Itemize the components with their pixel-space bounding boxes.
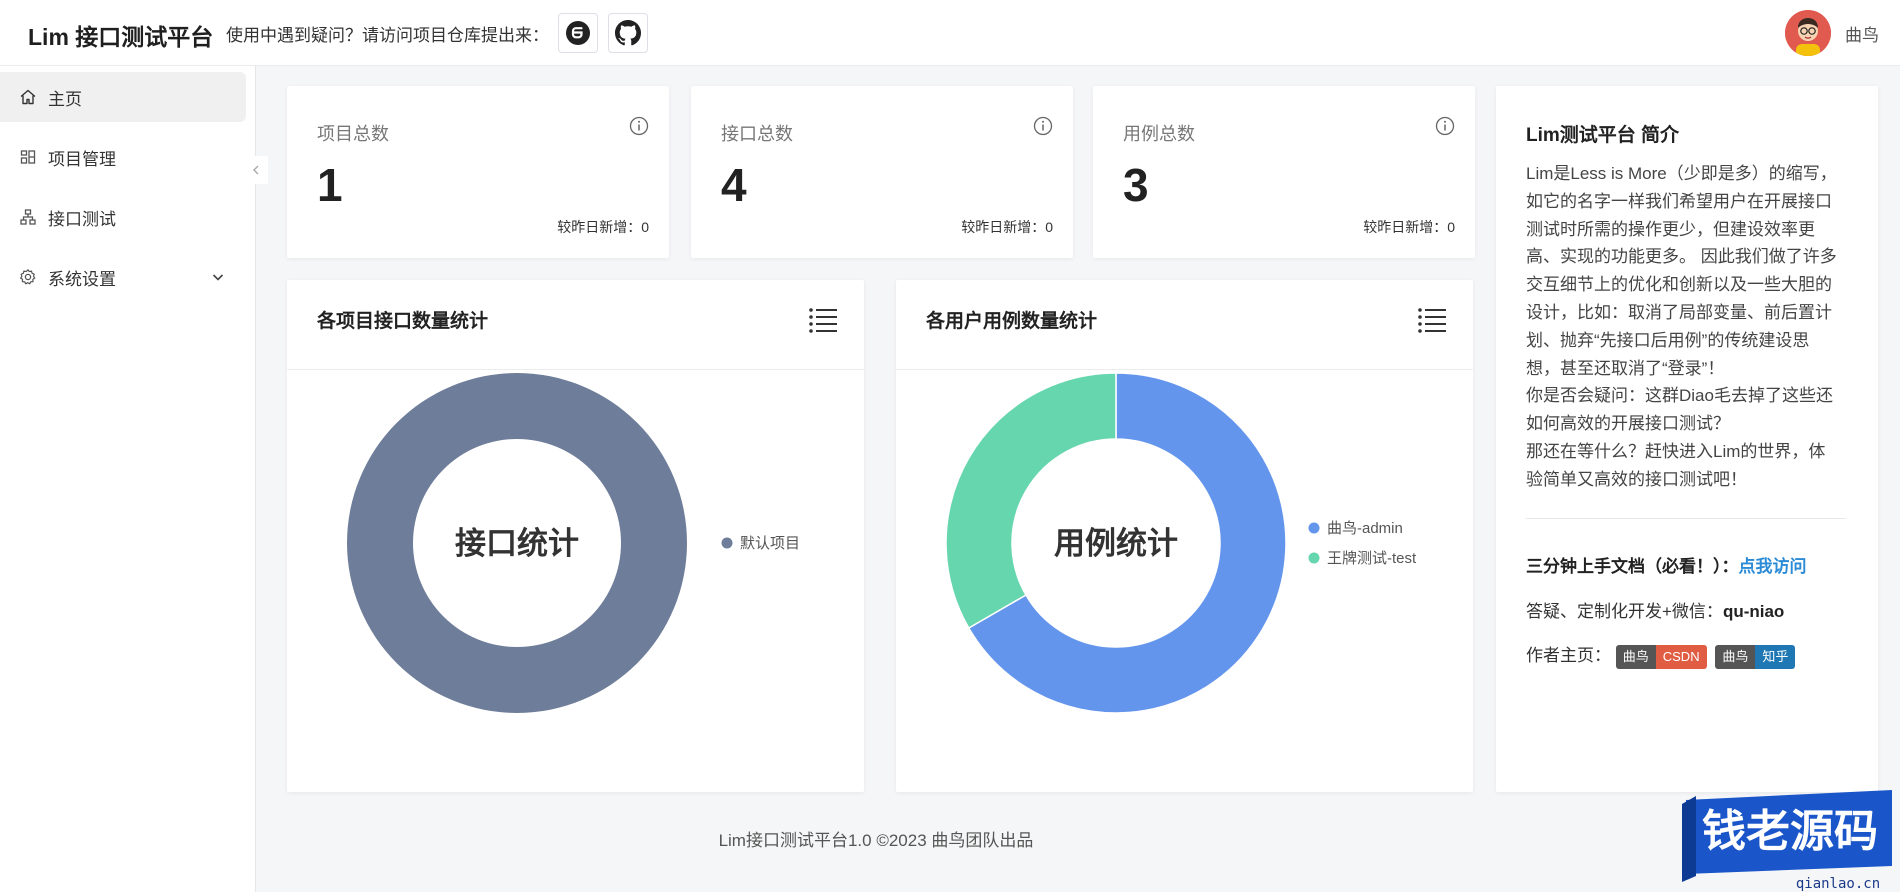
intro-line: 划、抛弃“先接口后用例”的传统建设思 [1526, 330, 1810, 350]
intro-line: 想，甚至还取消了“登录”！ [1526, 358, 1725, 378]
gitee-icon [566, 21, 590, 45]
legend-label[interactable]: 王牌测试-test [1327, 550, 1417, 567]
stat-card-projects: 项目总数 1 较昨日新增：0 [287, 86, 669, 258]
sidebar-item-projects[interactable]: 项目管理 [0, 132, 246, 182]
intro-line: 验简单又高效的接口测试吧！ [1526, 469, 1747, 489]
intro-line: 你是否会疑问：这群Diao毛去掉了这些还 [1526, 386, 1833, 406]
author-row: 作者主页： 曲鸟 CSDN 曲鸟 知乎 [1526, 641, 1799, 669]
sidebar: 主页 项目管理 接口测试 系统设置 [0, 66, 268, 892]
sidebar-item-home[interactable]: 主页 [0, 72, 246, 122]
legend-label[interactable]: 默认项目 [740, 535, 800, 552]
chart-title: 各项目接口数量统计 [317, 311, 489, 332]
stat-delta: 较昨日新增：0 [1363, 219, 1455, 235]
intro-line: 设计，比如：取消了局部变量、前后置计 [1526, 302, 1832, 322]
sidebar-item-api-test[interactable]: 接口测试 [0, 192, 246, 242]
chart-center-label: 用例统计 [1054, 526, 1178, 561]
stat-label: 用例总数 [1123, 124, 1195, 144]
chart-center-label: 接口统计 [455, 526, 579, 561]
sidebar-item-label: 接口测试 [48, 209, 116, 229]
info-icon[interactable] [1435, 116, 1455, 136]
grid-icon [18, 147, 38, 167]
pie-slice[interactable] [945, 372, 1117, 630]
intro-line: 如它的名字一样我们希望用户在开展接口 [1526, 191, 1832, 211]
info-icon[interactable] [1033, 116, 1053, 136]
list-menu-icon[interactable] [1417, 306, 1447, 334]
stat-label: 项目总数 [317, 124, 389, 144]
chart-card-apis-per-project: 各项目接口数量统计 默认项目 接口统计 [287, 280, 864, 792]
contact-value: qu-niao [1722, 602, 1785, 621]
zhihu-badge[interactable]: 曲鸟 知乎 [1715, 644, 1796, 669]
top-header: Lim 接口测试平台 使用中遇到疑问？请访问项目仓库提出来： 曲鸟 [0, 0, 1900, 66]
donut-chart-apis: 默认项目 接口统计 [347, 373, 800, 713]
intro-panel: Lim测试平台 简介 Lim是Less is More（少即是多）的缩写， 如它… [1496, 86, 1878, 792]
avatar-image [1785, 10, 1831, 56]
doc-label: 三分钟上手文档（必看！）： [1526, 557, 1739, 576]
legend-marker [1308, 522, 1320, 534]
watermark-url: qianlao.cn [1796, 876, 1880, 892]
badge-left: 曲鸟 [1715, 644, 1756, 669]
intro-line: 那还在等什么？赶快进入Lim的世界，体 [1526, 441, 1826, 461]
intro-title: Lim测试平台 简介 [1526, 125, 1680, 146]
stat-delta: 较昨日新增：0 [961, 219, 1053, 235]
sidebar-item-label: 主页 [48, 89, 82, 109]
intro-body: Lim是Less is More（少即是多）的缩写， 如它的名字一样我们希望用户… [1526, 160, 1856, 494]
stat-card-apis: 接口总数 4 较昨日新增：0 [691, 86, 1073, 258]
info-icon[interactable] [629, 116, 649, 136]
user-name[interactable]: 曲鸟 [1845, 21, 1879, 46]
watermark-logo: 钱老源码 qianlao.cn [1682, 790, 1892, 892]
app-title: Lim 接口测试平台 [28, 24, 214, 50]
intro-line: Lim是Less is More（少即是多）的缩写， [1526, 164, 1837, 183]
stat-delta: 较昨日新增：0 [557, 219, 649, 235]
donut-chart-cases: 曲鸟-admin 王牌测试-test 用例统计 [945, 372, 1417, 714]
intro-line: 高、实现的功能更多。 因此我们做了许多 [1526, 247, 1837, 267]
help-text: 使用中遇到疑问？请访问项目仓库提出来： [226, 26, 549, 45]
watermark-text: 钱老源码 [1702, 806, 1878, 857]
stat-card-cases: 用例总数 3 较昨日新增：0 [1093, 86, 1475, 258]
csdn-badge[interactable]: 曲鸟 CSDN [1615, 644, 1707, 669]
chevron-left-icon [253, 165, 259, 175]
home-icon [18, 87, 38, 107]
legend-marker [1308, 552, 1320, 564]
github-icon [615, 20, 641, 46]
doc-row: 三分钟上手文档（必看！）：点我访问 [1526, 552, 1807, 577]
list-menu-icon[interactable] [808, 306, 838, 334]
footer: Lim接口测试平台1.0 ©2023 曲鸟团队出品 [718, 831, 1034, 850]
gear-icon [18, 267, 38, 287]
divider [1526, 518, 1846, 519]
stat-label: 接口总数 [721, 124, 793, 144]
gitee-button[interactable] [558, 13, 598, 53]
legend-marker [721, 537, 733, 549]
intro-line: 测试时所需的操作更少，但建设效率更 [1526, 219, 1815, 239]
sidebar-item-label: 项目管理 [48, 149, 116, 169]
badge-right: CSDN [1655, 644, 1707, 669]
sidebar-item-label: 系统设置 [48, 269, 116, 289]
sidebar-collapse-button[interactable] [244, 156, 268, 184]
author-label: 作者主页： [1526, 646, 1611, 665]
stat-value: 4 [721, 159, 747, 211]
chevron-down-icon [212, 274, 224, 281]
sitemap-icon [18, 207, 38, 227]
chart-card-cases-per-user: 各用户用例数量统计 曲鸟-admin 王牌测试-test 用例统计 [896, 280, 1473, 792]
doc-link[interactable]: 点我访问 [1739, 557, 1807, 576]
github-button[interactable] [608, 13, 648, 53]
legend-label[interactable]: 曲鸟-admin [1327, 520, 1403, 537]
chart-title: 各用户用例数量统计 [926, 311, 1098, 332]
intro-line: 交互细节上的优化和创新以及一些大胆的 [1526, 275, 1832, 295]
sidebar-item-settings[interactable]: 系统设置 [0, 252, 246, 302]
stat-value: 1 [317, 159, 343, 211]
avatar[interactable] [1785, 10, 1831, 56]
contact-row: 答疑、定制化开发+微信：qu-niao [1526, 597, 1784, 622]
intro-line: 如何高效的开展接口测试？ [1526, 414, 1730, 434]
contact-label: 答疑、定制化开发+微信： [1526, 602, 1723, 621]
badge-right: 知乎 [1755, 644, 1796, 669]
stat-value: 3 [1123, 159, 1149, 211]
badge-left: 曲鸟 [1615, 644, 1656, 669]
